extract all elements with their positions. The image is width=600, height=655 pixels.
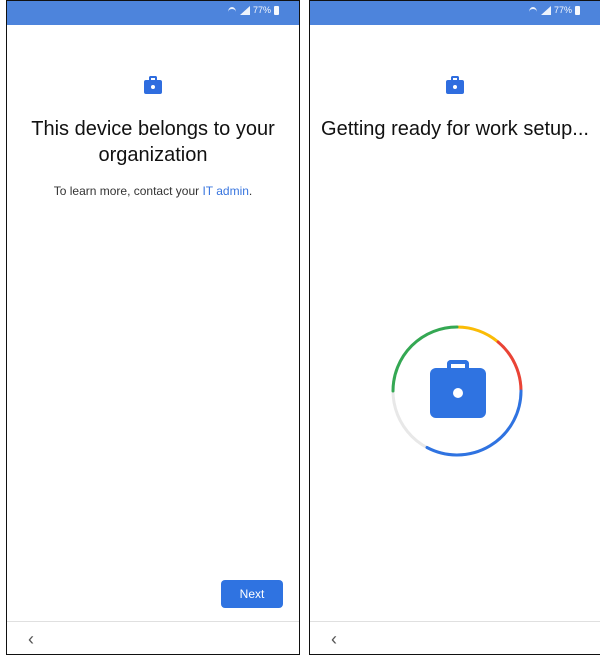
page-title: This device belongs to your organization	[31, 118, 275, 166]
wifi-icon	[528, 6, 538, 14]
briefcase-icon	[430, 360, 486, 418]
back-button[interactable]: ‹	[21, 629, 41, 649]
device-owner-screen: 77% This device belongs to your organiza…	[6, 0, 300, 655]
status-icons: 77%	[528, 5, 580, 15]
chevron-left-icon: ‹	[331, 629, 337, 649]
battery-percentage: 77%	[553, 5, 572, 15]
message-suffix: .	[248, 184, 253, 198]
wifi-icon	[227, 6, 237, 14]
work-setup-screen: 77% Getting ready for work setup... ‹	[309, 0, 600, 655]
status-bar: 77%	[310, 1, 600, 25]
chevron-left-icon: ‹	[28, 629, 34, 649]
battery-icon	[575, 5, 580, 15]
briefcase-icon	[144, 76, 162, 94]
loading-progress	[390, 324, 524, 458]
page-title: Getting ready for work setup...	[321, 118, 589, 140]
back-button[interactable]: ‹	[324, 629, 344, 649]
status-bar: 77%	[7, 1, 299, 25]
battery-percentage: 77%	[252, 5, 271, 15]
status-icons: 77%	[227, 5, 279, 15]
signal-icon	[540, 5, 551, 15]
briefcase-icon	[446, 76, 464, 94]
it-admin-link[interactable]: IT admin	[202, 184, 248, 198]
message-prefix: To learn more, contact your	[53, 184, 203, 198]
bottom-divider	[7, 621, 299, 622]
bottom-divider	[310, 621, 600, 622]
next-button[interactable]: Next	[221, 580, 283, 608]
signal-icon	[239, 5, 250, 15]
contact-admin-message: To learn more, contact your IT admin.	[7, 184, 299, 198]
battery-icon	[274, 5, 279, 15]
